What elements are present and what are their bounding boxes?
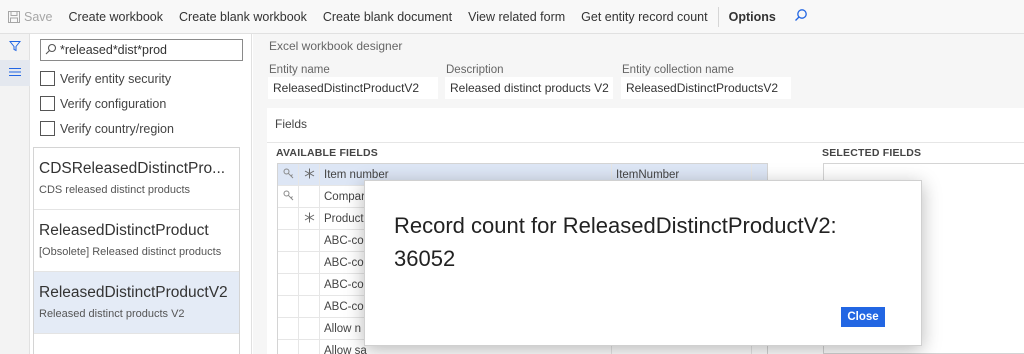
- record-count-value: 36052: [394, 246, 456, 271]
- key-icon: [283, 168, 294, 182]
- save-label: Save: [24, 9, 53, 24]
- divider: [267, 142, 1024, 143]
- key-cell: [278, 207, 299, 230]
- create-blank-workbook-button[interactable]: Create blank workbook: [171, 10, 315, 24]
- create-blank-document-button[interactable]: Create blank document: [315, 10, 460, 24]
- verify-configuration-checkbox[interactable]: Verify configuration: [40, 96, 166, 111]
- key-cell: [278, 295, 299, 318]
- description-field[interactable]: Released distinct products V2: [445, 77, 613, 99]
- key-cell: [278, 229, 299, 252]
- toolbar-search-button[interactable]: [784, 8, 818, 25]
- key-cell: [278, 251, 299, 274]
- save-button[interactable]: Save: [0, 10, 61, 24]
- entity-title: CDSReleasedDistinctPro...: [39, 160, 226, 177]
- selected-fields-header: SELECTED FIELDS: [822, 147, 922, 159]
- entity-collection-name-field[interactable]: ReleasedDistinctProductsV2: [621, 77, 791, 99]
- entity-subtitle: CDS released distinct products: [39, 184, 191, 196]
- mandatory-cell: [299, 251, 320, 274]
- mandatory-cell: [299, 339, 320, 354]
- asterisk-icon: [304, 168, 315, 182]
- entity-collection-name-label: Entity collection name: [622, 64, 734, 76]
- list-item-selected[interactable]: ReleasedDistinctProductV2 Released disti…: [34, 272, 239, 334]
- mandatory-cell: [299, 295, 320, 318]
- checkbox-label: Verify entity security: [60, 71, 172, 86]
- entity-title: ReleasedDistinctProductV2: [39, 284, 228, 301]
- navigation-rail: [0, 34, 30, 354]
- key-cell: [278, 339, 299, 354]
- entity-name-label: Entity name: [269, 64, 330, 76]
- mandatory-cell: [299, 229, 320, 252]
- key-cell: [278, 273, 299, 296]
- mandatory-cell: [299, 207, 320, 230]
- mandatory-cell: [299, 317, 320, 340]
- view-related-form-button[interactable]: View related form: [460, 10, 573, 24]
- mandatory-cell: [299, 185, 320, 208]
- verify-country-region-checkbox[interactable]: Verify country/region: [40, 121, 174, 136]
- description-label: Description: [446, 64, 504, 76]
- record-count-dialog: Record count for ReleasedDistinctProduct…: [364, 180, 922, 346]
- filter-field[interactable]: [40, 39, 243, 61]
- checkbox-label: Verify configuration: [60, 96, 167, 111]
- filter-icon: [8, 40, 22, 55]
- filter-pane-button[interactable]: [0, 34, 30, 60]
- list-item[interactable]: CDSReleasedDistinctPro... CDS released d…: [34, 148, 239, 210]
- toolbar-divider: [717, 6, 719, 27]
- fields-header[interactable]: Fields: [275, 117, 307, 131]
- checkbox-label: Verify country/region: [60, 121, 174, 136]
- asterisk-icon: [304, 212, 315, 226]
- verify-entity-security-checkbox[interactable]: Verify entity security: [40, 71, 171, 86]
- filter-input[interactable]: [60, 43, 240, 57]
- save-icon: [8, 10, 20, 23]
- dialog-message-line1: Record count for ReleasedDistinctProduct…: [394, 213, 837, 238]
- search-icon: [45, 43, 57, 58]
- checkbox-box[interactable]: [40, 96, 55, 111]
- entity-subtitle: [Obsolete] Released distinct products: [39, 246, 222, 258]
- dialog-message: Record count for ReleasedDistinctProduct…: [394, 209, 837, 275]
- entity-list: CDSReleasedDistinctPro... CDS released d…: [33, 147, 240, 354]
- entity-subtitle: Released distinct products V2: [39, 308, 185, 320]
- mandatory-cell: [299, 163, 320, 186]
- search-icon: [794, 8, 808, 25]
- checkbox-box[interactable]: [40, 121, 55, 136]
- entity-list-pane: Verify entity security Verify configurat…: [30, 34, 252, 354]
- key-cell: [278, 163, 299, 186]
- key-cell: [278, 317, 299, 340]
- action-pane: Save Create workbook Create blank workbo…: [0, 0, 1024, 34]
- close-button[interactable]: Close: [841, 307, 885, 327]
- create-workbook-button[interactable]: Create workbook: [61, 10, 172, 24]
- list-icon: [9, 66, 21, 80]
- key-icon: [283, 190, 294, 204]
- mandatory-cell: [299, 273, 320, 296]
- list-pane-button[interactable]: [0, 60, 30, 86]
- entity-title: ReleasedDistinctProduct: [39, 222, 209, 239]
- list-item[interactable]: ReleasedDistinctProduct [Obsolete] Relea…: [34, 210, 239, 272]
- checkbox-box[interactable]: [40, 71, 55, 86]
- available-fields-header: AVAILABLE FIELDS: [276, 147, 378, 159]
- page-title: Excel workbook designer: [269, 39, 403, 53]
- key-cell: [278, 185, 299, 208]
- get-entity-record-count-button[interactable]: Get entity record count: [573, 10, 715, 24]
- entity-name-field[interactable]: ReleasedDistinctProductV2: [268, 77, 438, 99]
- options-button[interactable]: Options: [721, 10, 784, 24]
